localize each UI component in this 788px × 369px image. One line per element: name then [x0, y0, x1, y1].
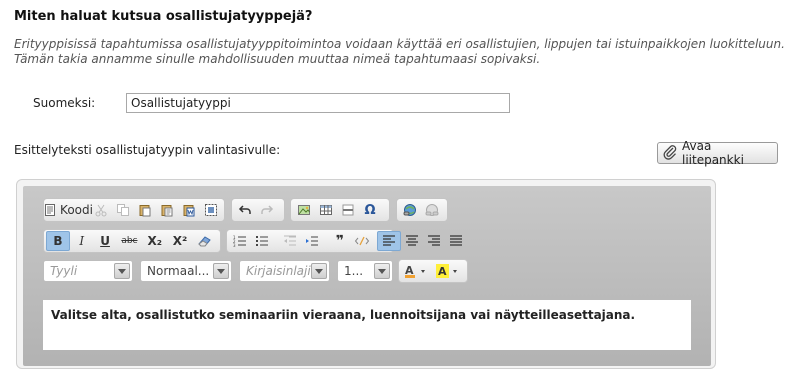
- source-label: Koodi: [60, 203, 93, 217]
- link-button[interactable]: [399, 200, 421, 220]
- paperclip-icon: [662, 144, 678, 163]
- paste-text-icon: [160, 203, 174, 217]
- bullet-list-button[interactable]: [251, 231, 273, 251]
- undo-button[interactable]: [234, 200, 256, 220]
- document-icon: [43, 203, 57, 217]
- font-size-select[interactable]: 1...: [337, 260, 393, 282]
- redo-button[interactable]: [256, 200, 278, 220]
- justify-icon: [449, 234, 463, 248]
- background-color-button[interactable]: A: [433, 261, 465, 281]
- editor-content-text: Valitse alta, osallistutko seminaariin v…: [51, 308, 636, 322]
- underline-button[interactable]: U: [93, 231, 116, 251]
- bold-button[interactable]: B: [46, 231, 70, 251]
- toolbar-group-basic-styles: B I U abc X₂ X²: [43, 229, 221, 253]
- svg-text:3: 3: [233, 243, 236, 248]
- description-label: Esittelyteksti osallistujatyypin valinta…: [14, 143, 281, 157]
- svg-text:A: A: [438, 265, 447, 278]
- unlink-icon: [424, 203, 440, 217]
- copy-icon: [116, 203, 130, 217]
- align-center-button[interactable]: [401, 231, 423, 251]
- format-select-value: Normaal...: [147, 264, 210, 278]
- table-icon: [319, 203, 333, 217]
- highlight-color-icon: A: [436, 263, 462, 279]
- page-heading: Miten haluat kutsua osallistujatyyppejä?: [14, 9, 313, 24]
- eraser-icon: [197, 234, 213, 248]
- indent-icon: [305, 234, 319, 248]
- font-select[interactable]: Kirjaisinlaji: [239, 260, 330, 282]
- horizontal-line-icon: [341, 203, 355, 217]
- align-left-icon: [382, 234, 396, 248]
- remove-format-button[interactable]: [193, 231, 218, 251]
- scissors-icon: [94, 203, 108, 217]
- name-input[interactable]: [126, 93, 510, 113]
- paste-word-icon: [182, 203, 196, 217]
- font-select-value: Kirjaisinlaji: [246, 264, 311, 278]
- strikethrough-button[interactable]: abc: [117, 231, 142, 251]
- copy-button[interactable]: [112, 200, 134, 220]
- intro-line-1: Erityyppisissä tapahtumissa osallistujat…: [14, 37, 785, 51]
- align-left-button[interactable]: [377, 231, 401, 251]
- omega-icon: Ω: [364, 202, 376, 218]
- intro-line-2: Tämän takia annamme sinulle mahdollisuud…: [14, 52, 541, 66]
- paste-word-button[interactable]: [178, 200, 200, 220]
- image-icon: [297, 203, 311, 217]
- align-right-icon: [427, 234, 441, 248]
- div-container-icon: [354, 234, 370, 248]
- toolbar-group-links: [396, 198, 448, 222]
- chevron-down-icon: [374, 263, 390, 279]
- redo-icon: [260, 203, 274, 217]
- superscript-button[interactable]: X²: [167, 231, 192, 251]
- subscript-button[interactable]: X₂: [142, 231, 167, 251]
- insert-image-button[interactable]: [293, 200, 315, 220]
- unlink-button[interactable]: [421, 200, 443, 220]
- undo-icon: [238, 203, 252, 217]
- paste-button[interactable]: [134, 200, 156, 220]
- paste-text-button[interactable]: [156, 200, 178, 220]
- chevron-down-icon: [311, 263, 327, 279]
- insert-table-button[interactable]: [315, 200, 337, 220]
- align-center-icon: [405, 234, 419, 248]
- text-color-button[interactable]: A: [401, 261, 433, 281]
- style-select-value: Tyyli: [50, 264, 78, 278]
- cut-button[interactable]: [90, 200, 112, 220]
- text-color-icon: A: [404, 263, 430, 279]
- toolbar-group-paragraph: 123 ❞: [226, 229, 462, 253]
- attachment-button-label: Avaa liitepankki: [682, 139, 744, 167]
- toolbar-group-colors: A A: [398, 259, 468, 283]
- intro-text: Erityyppisissä tapahtumissa osallistujat…: [14, 37, 785, 67]
- justify-button[interactable]: [445, 231, 467, 251]
- numbered-list-icon: 123: [233, 234, 247, 248]
- chevron-down-icon: [213, 263, 229, 279]
- blockquote-button[interactable]: ❞: [329, 231, 351, 251]
- source-button[interactable]: Koodi: [43, 200, 93, 220]
- horizontal-line-button[interactable]: [337, 200, 359, 220]
- align-right-button[interactable]: [423, 231, 445, 251]
- globe-link-icon: [402, 203, 418, 217]
- bullet-list-icon: [255, 234, 269, 248]
- chevron-down-icon: [114, 263, 130, 279]
- toolbar-group-insert: Ω: [290, 198, 390, 222]
- editor-content-area[interactable]: Valitse alta, osallistutko seminaariin v…: [43, 300, 691, 350]
- clipboard-icon: [138, 203, 152, 217]
- numbered-list-button[interactable]: 123: [229, 231, 251, 251]
- select-all-button[interactable]: [200, 200, 222, 220]
- special-character-button[interactable]: Ω: [359, 200, 381, 220]
- select-all-icon: [204, 203, 218, 217]
- toolbar-group-clipboard: Koodi: [43, 198, 225, 222]
- italic-button[interactable]: I: [70, 231, 93, 251]
- create-div-button[interactable]: [351, 231, 373, 251]
- open-attachment-bank-button[interactable]: Avaa liitepankki: [657, 139, 778, 167]
- style-select[interactable]: Tyyli: [43, 260, 133, 282]
- name-field-label: Suomeksi:: [33, 96, 96, 110]
- outdent-button[interactable]: [279, 231, 301, 251]
- outdent-icon: [283, 234, 297, 248]
- toolbar-group-history: [231, 198, 285, 222]
- indent-button[interactable]: [301, 231, 323, 251]
- font-size-select-value: 1...: [344, 264, 364, 278]
- format-select[interactable]: Normaal...: [140, 260, 232, 282]
